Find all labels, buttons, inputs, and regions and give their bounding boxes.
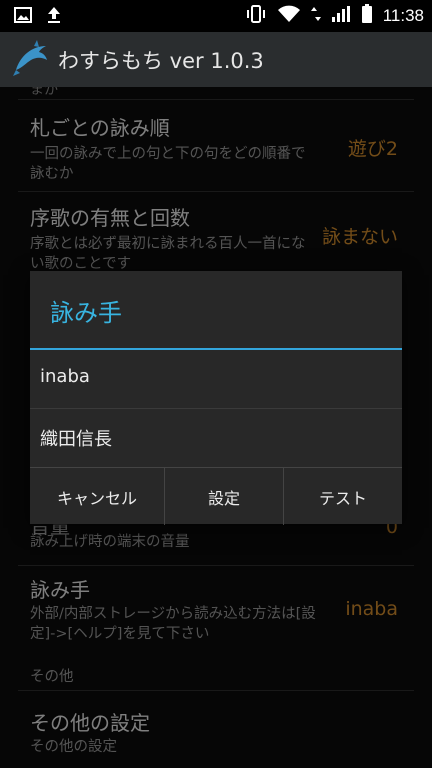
app-title: わすらもち ver 1.0.3 (58, 49, 264, 73)
reader-select-dialog: 詠み手 inaba 織田信長 キャンセル 設定 テスト (30, 271, 402, 525)
test-button[interactable]: テスト (284, 468, 402, 525)
vibrate-icon (245, 4, 267, 28)
dialog-button-bar: キャンセル 設定 テスト (30, 467, 402, 525)
dialog-option-oda-nobunaga[interactable]: 織田信長 (30, 409, 402, 467)
status-time: 11:38 (382, 6, 424, 25)
upload-icon (46, 6, 62, 28)
option-label: inaba (40, 366, 90, 387)
status-bar: 11:38 (0, 0, 432, 32)
set-button[interactable]: 設定 (165, 468, 283, 525)
dolphin-icon[interactable] (12, 38, 52, 82)
option-label: 織田信長 (40, 429, 112, 450)
dialog-title: 詠み手 (50, 299, 122, 327)
signal-icon (331, 5, 351, 27)
cancel-button[interactable]: キャンセル (30, 468, 164, 525)
wifi-icon (277, 5, 301, 27)
image-icon (14, 7, 32, 27)
data-arrows-icon (310, 5, 321, 27)
app-bar: わすらもち ver 1.0.3 (0, 32, 432, 87)
battery-icon (361, 4, 373, 28)
dialog-option-inaba[interactable]: inaba (30, 350, 402, 408)
